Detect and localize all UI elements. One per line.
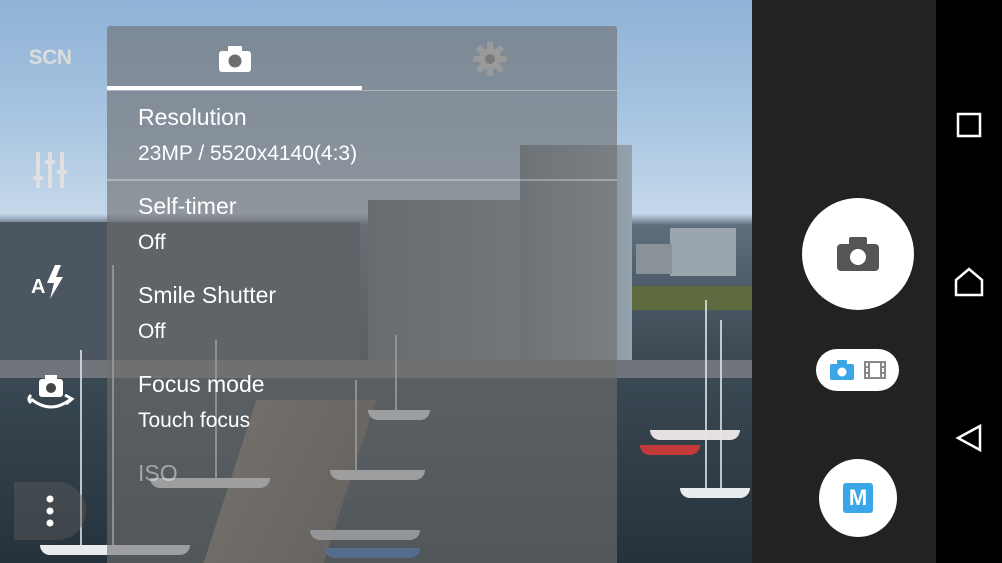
setting-title: Focus mode	[138, 371, 265, 397]
setting-title: Smile Shutter	[138, 282, 277, 308]
scene-mode-button[interactable]: SCN	[22, 44, 78, 72]
setting-self-timer[interactable]: Self-timer Off	[107, 193, 617, 268]
settings-tab-bar	[107, 26, 617, 92]
more-options-button[interactable]	[14, 482, 86, 540]
camera-icon	[837, 237, 879, 271]
tab-general-settings[interactable]	[362, 26, 617, 92]
tab-divider	[107, 90, 617, 91]
setting-title: Resolution	[138, 104, 247, 130]
camera-icon	[829, 360, 854, 380]
setting-title: ISO	[138, 460, 178, 486]
sliders-icon	[33, 152, 67, 188]
setting-value: Off	[138, 320, 166, 343]
home-icon	[954, 267, 984, 297]
recents-button[interactable]	[949, 105, 989, 145]
boat-mast	[720, 320, 722, 490]
switch-camera-button[interactable]	[24, 372, 78, 416]
setting-value: Touch focus	[138, 409, 251, 432]
setting-smile-shutter[interactable]: Smile Shutter Off	[107, 282, 617, 357]
gear-icon	[472, 42, 507, 76]
boat	[650, 430, 740, 440]
setting-value: Off	[138, 231, 166, 254]
system-navigation-bar	[936, 0, 1002, 563]
manual-mode-icon: M	[843, 483, 873, 513]
boat	[680, 488, 750, 498]
back-triangle-icon	[955, 423, 982, 453]
scene-mode-label: SCN	[28, 46, 72, 69]
flash-auto-icon: A	[31, 265, 63, 299]
setting-iso[interactable]: ISO	[107, 460, 617, 535]
tab-camera-settings[interactable]	[107, 26, 362, 92]
manual-mode-button[interactable]: M	[819, 459, 897, 537]
background-building	[670, 228, 736, 276]
shutter-button[interactable]	[802, 198, 914, 310]
home-button[interactable]	[949, 262, 989, 302]
setting-value: 23MP / 5520x4140(4:3)	[138, 142, 358, 165]
camera-icon	[218, 46, 251, 72]
setting-focus-mode[interactable]: Focus mode Touch focus	[107, 371, 617, 446]
recents-square-icon	[956, 112, 982, 138]
back-button[interactable]	[949, 418, 989, 458]
grass-strip	[632, 286, 752, 310]
camera-settings-panel: Resolution 23MP / 5520x4140(4:3) Self-ti…	[107, 26, 617, 563]
capture-control-panel: M	[752, 0, 936, 563]
background-building	[636, 244, 672, 274]
setting-resolution[interactable]: Resolution 23MP / 5520x4140(4:3)	[107, 104, 617, 179]
boat	[640, 445, 700, 455]
film-icon	[864, 361, 887, 379]
svg-text:A: A	[31, 276, 45, 298]
switch-camera-icon	[27, 375, 75, 409]
more-vertical-icon	[46, 495, 54, 527]
setting-divider	[107, 179, 617, 181]
boat-mast	[705, 300, 707, 490]
adjustments-button[interactable]	[30, 148, 70, 192]
flash-auto-button[interactable]: A	[28, 262, 72, 302]
setting-title: Self-timer	[138, 193, 237, 219]
photo-video-mode-switch[interactable]	[816, 349, 899, 391]
